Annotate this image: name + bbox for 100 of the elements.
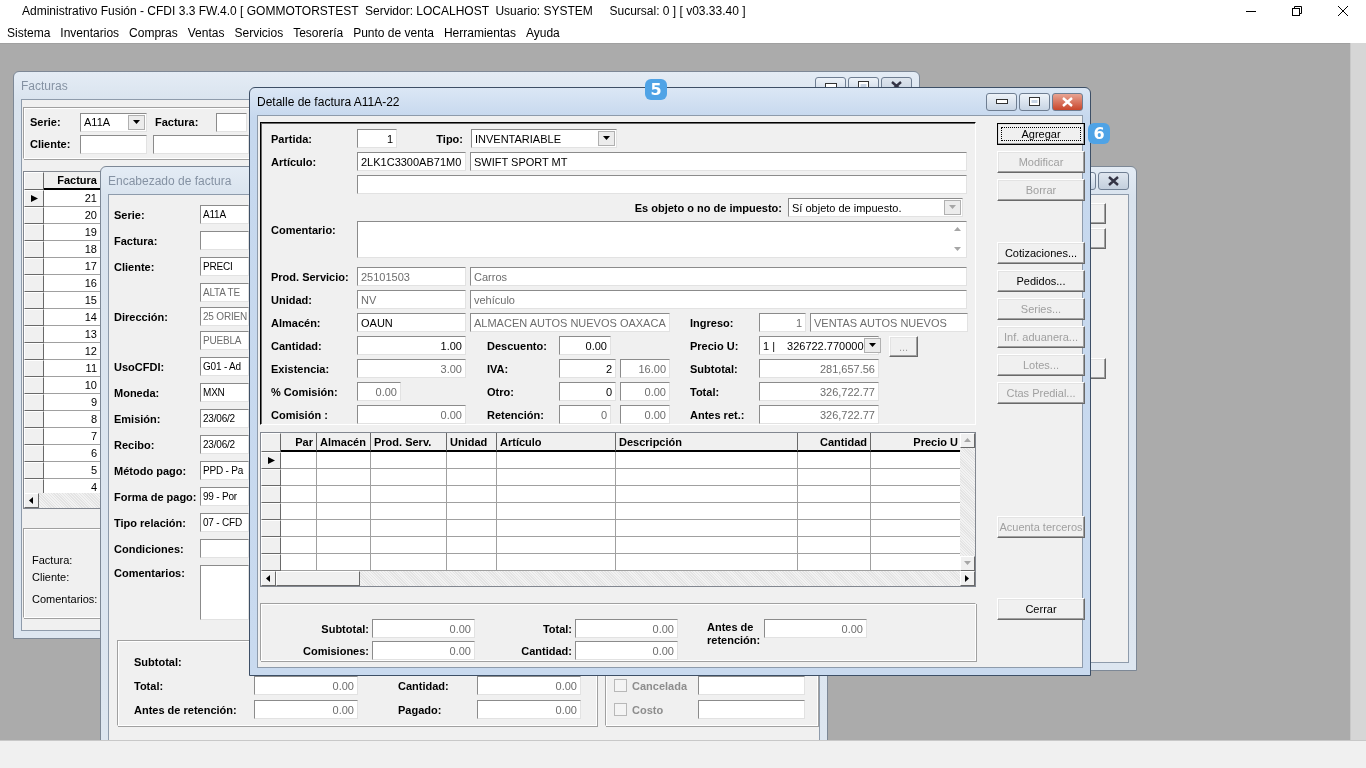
step-badge: 6 [1088, 123, 1110, 144]
column-header[interactable]: Unidad [447, 433, 497, 452]
table-cell [317, 537, 371, 554]
text-field[interactable]: 1 [357, 129, 397, 148]
field-label: Dirección: [114, 310, 169, 323]
text-field[interactable]: 2LK1C3300AB71M0 [357, 152, 466, 171]
action-button[interactable]: Cerrar [997, 598, 1085, 620]
text-field[interactable] [80, 134, 147, 154]
text-field[interactable]: G01 - Ad [200, 357, 249, 376]
scrollbar-thumb[interactable] [276, 571, 360, 586]
field-label: Subtotal: [689, 362, 739, 375]
row-indicator[interactable] [24, 190, 44, 207]
dropdown-arrow-icon [948, 203, 957, 212]
restore-icon [1292, 6, 1302, 16]
field-label: Prod. Servicio: [271, 270, 350, 283]
field-label: Antes de retención: [706, 620, 761, 647]
menu-item[interactable]: Compras [124, 25, 183, 40]
column-header[interactable]: Par [281, 433, 317, 452]
vertical-scrollbar[interactable] [1350, 43, 1366, 740]
action-button[interactable]: Cotizaciones... [997, 242, 1085, 264]
field-label: Descuento: [486, 339, 548, 352]
field-label: Subtotal: [134, 655, 183, 668]
horizontal-scrollbar[interactable] [24, 493, 100, 508]
window-title: Detalle de factura A11A-22 [257, 94, 400, 109]
text-field[interactable]: PPD - Pa [200, 461, 249, 480]
field-label: Total: [541, 622, 572, 635]
action-button[interactable]: Pedidos... [997, 270, 1085, 292]
table-cell [281, 537, 317, 554]
minimize-icon [1246, 10, 1256, 12]
text-field[interactable]: 99 - Por [200, 487, 249, 506]
column-header[interactable]: Cantidad [798, 433, 871, 452]
text-field[interactable] [357, 175, 967, 194]
scroll-up-icon [963, 436, 972, 445]
menu-item[interactable]: Servicios [229, 25, 289, 40]
dropdown-field[interactable]: INVENTARIABLE [471, 129, 617, 148]
dropdown-field[interactable]: Sí objeto de impuesto. [788, 198, 963, 217]
text-field[interactable] [153, 134, 249, 154]
scroll-up-icon [953, 225, 962, 234]
minimize-button[interactable] [986, 92, 1017, 111]
text-field[interactable]: MXN [200, 383, 249, 402]
text-field[interactable] [698, 676, 805, 695]
column-header[interactable]: Descripción [616, 433, 798, 452]
field-label: Recibo: [114, 438, 156, 451]
text-field[interactable] [200, 231, 249, 250]
checkbox-label: Costo [632, 703, 665, 716]
close-button[interactable] [1052, 92, 1083, 111]
text-field[interactable]: A11A [200, 205, 249, 224]
field-label: IVA: [486, 362, 510, 375]
menu-item[interactable]: Inventarios [55, 25, 125, 40]
text-field[interactable]: 2 [559, 359, 616, 378]
close-button[interactable] [1098, 171, 1129, 190]
dropdown-field[interactable]: 1 | 326722.770000 [759, 336, 879, 355]
scroll-down-icon [963, 559, 972, 568]
comment-field[interactable] [357, 221, 967, 258]
table-cell [447, 503, 497, 520]
table-cell [447, 452, 497, 469]
column-header[interactable]: Precio U [871, 433, 960, 452]
comment-field[interactable] [200, 565, 249, 620]
text-field[interactable] [698, 700, 805, 719]
field-label: Comentarios: [114, 566, 186, 579]
menu-item[interactable]: Ayuda [520, 25, 565, 40]
vertical-scrollbar[interactable] [960, 433, 975, 571]
column-header[interactable]: Prod. Serv. [371, 433, 447, 452]
row-pointer-icon [29, 194, 39, 203]
horizontal-scrollbar[interactable] [261, 571, 975, 586]
text-field[interactable]: 0 [559, 382, 616, 401]
text-field[interactable]: 23/06/2 [200, 435, 249, 454]
menu-item[interactable]: Tesorería [288, 25, 349, 40]
table-cell [447, 520, 497, 537]
column-header[interactable]: Almacén [317, 433, 371, 452]
table-cell [317, 486, 371, 503]
menu-item[interactable]: Punto de venta [348, 25, 439, 40]
row-indicator[interactable] [261, 452, 281, 469]
action-button[interactable]: Agregar [997, 123, 1085, 145]
column-header[interactable]: Artículo [497, 433, 616, 452]
table-cell [281, 469, 317, 486]
dropdown-field[interactable]: A11A [80, 112, 147, 132]
menu-item[interactable]: Ventas [182, 25, 230, 40]
text-field[interactable] [216, 112, 247, 132]
table-cell [317, 520, 371, 537]
text-field[interactable]: 23/06/2 [200, 409, 249, 428]
column-header[interactable]: Factura [44, 172, 100, 190]
field-label: Cliente: [32, 571, 70, 583]
table-cell [281, 452, 317, 469]
table-cell [447, 537, 497, 554]
field-label: Comentario: [271, 223, 337, 236]
text-field[interactable]: PRECI [200, 257, 249, 276]
text-field[interactable]: 1.00 [357, 336, 466, 355]
text-field[interactable]: 0.00 [559, 336, 611, 355]
field-label: Serie: [30, 116, 62, 128]
text-field[interactable] [200, 539, 249, 558]
menu-item[interactable]: Sistema [2, 25, 56, 40]
table-cell [281, 503, 317, 520]
text-field[interactable]: SWIFT SPORT MT [470, 152, 967, 171]
text-field[interactable]: OAUN [357, 313, 466, 332]
field-label: Precio U: [689, 339, 740, 352]
field-label: Factura: [154, 116, 200, 128]
maximize-button[interactable] [1019, 92, 1050, 111]
text-field[interactable]: 07 - CFD [200, 513, 249, 532]
menu-item[interactable]: Herramientas [438, 25, 521, 40]
